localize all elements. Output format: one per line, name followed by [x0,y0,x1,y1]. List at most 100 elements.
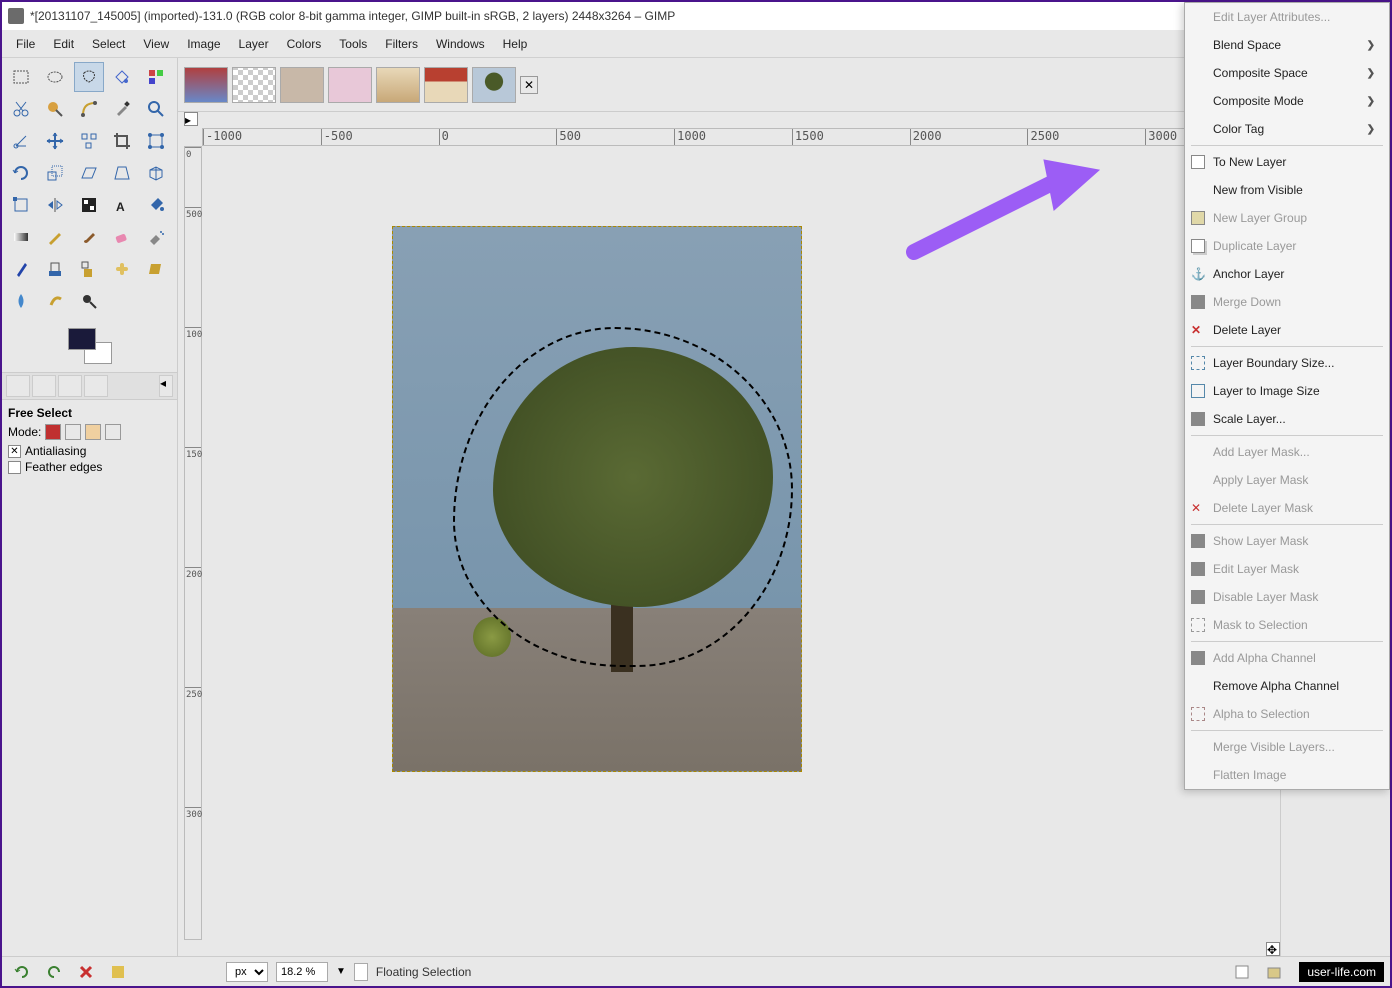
tool-perspective[interactable] [107,158,137,188]
ctx-merge-down[interactable]: Merge Down [1185,288,1389,316]
image-tab-6[interactable] [424,67,468,103]
sb-undo-icon[interactable] [10,960,34,984]
tool-mypaint[interactable] [40,254,70,284]
tool-eraser[interactable] [107,222,137,252]
ctx-mask-to-selection[interactable]: Mask to Selection [1185,611,1389,639]
ctx-edit-attrs[interactable]: Edit Layer Attributes... [1185,3,1389,31]
ctx-flatten[interactable]: Flatten Image [1185,761,1389,789]
image-canvas[interactable] [392,226,802,772]
image-tab-2[interactable] [232,67,276,103]
tool-unified-transform[interactable] [141,126,171,156]
tool-color-picker[interactable] [107,94,137,124]
tool-scissors[interactable] [6,94,36,124]
tool-dodge[interactable] [74,286,104,316]
tool-pencil[interactable] [40,222,70,252]
ctx-add-alpha[interactable]: Add Alpha Channel [1185,644,1389,672]
tool-handle-transform[interactable] [6,190,36,220]
ctx-remove-alpha[interactable]: Remove Alpha Channel [1185,672,1389,700]
antialiasing-checkbox[interactable]: ✕ [8,445,21,458]
tool-rect-select[interactable] [6,62,36,92]
tab-images[interactable] [58,375,82,397]
tool-blur[interactable] [6,286,36,316]
sb-group-icon[interactable] [1262,960,1286,984]
tab-device[interactable] [32,375,56,397]
tool-move[interactable] [40,126,70,156]
menu-tools[interactable]: Tools [331,33,375,55]
ctx-composite-mode[interactable]: Composite Mode❯ [1185,87,1389,115]
ctx-new-layer-group[interactable]: New Layer Group [1185,204,1389,232]
color-swatches[interactable] [2,320,177,372]
tool-crop[interactable] [107,126,137,156]
sb-redo-icon[interactable] [42,960,66,984]
ctx-edit-mask[interactable]: Edit Layer Mask [1185,555,1389,583]
tab-menu-arrow[interactable]: ◂ [159,375,173,397]
tab-brush[interactable] [84,375,108,397]
menu-layer[interactable]: Layer [231,33,277,55]
menu-select[interactable]: Select [84,33,133,55]
tool-zoom[interactable] [141,94,171,124]
image-tab-1[interactable] [184,67,228,103]
tool-ink[interactable] [6,254,36,284]
tool-clone[interactable] [74,254,104,284]
ctx-blend-space[interactable]: Blend Space❯ [1185,31,1389,59]
ctx-merge-visible[interactable]: Merge Visible Layers... [1185,733,1389,761]
tool-foreground-select[interactable] [40,94,70,124]
ctx-layer-to-image[interactable]: Layer to Image Size [1185,377,1389,405]
tool-measure[interactable] [6,126,36,156]
tool-align[interactable] [74,126,104,156]
ctx-alpha-to-selection[interactable]: Alpha to Selection [1185,700,1389,728]
tool-rotate[interactable] [6,158,36,188]
ctx-boundary-size[interactable]: Layer Boundary Size... [1185,349,1389,377]
tool-paintbrush[interactable] [74,222,104,252]
tool-airbrush[interactable] [141,222,171,252]
tool-paths[interactable] [74,94,104,124]
tool-perspective-clone[interactable] [141,254,171,284]
close-tab-icon[interactable]: ✕ [520,76,538,94]
ctx-composite-space[interactable]: Composite Space❯ [1185,59,1389,87]
image-tab-3[interactable] [280,67,324,103]
nav-bottom-icon[interactable]: ✥ [1266,942,1280,956]
tool-shear[interactable] [74,158,104,188]
ctx-add-mask[interactable]: Add Layer Mask... [1185,438,1389,466]
mode-subtract[interactable] [85,424,101,440]
menu-colors[interactable]: Colors [279,33,330,55]
tool-ellipse-select[interactable] [40,62,70,92]
tool-3d-transform[interactable] [141,158,171,188]
menu-image[interactable]: Image [179,33,228,55]
sb-new-layer-icon[interactable] [1230,960,1254,984]
menu-file[interactable]: File [8,33,43,55]
menu-windows[interactable]: Windows [428,33,493,55]
tool-smudge[interactable] [40,286,70,316]
mode-intersect[interactable] [105,424,121,440]
menu-filters[interactable]: Filters [377,33,426,55]
ctx-anchor-layer[interactable]: ⚓Anchor Layer [1185,260,1389,288]
tool-text[interactable]: A [107,190,137,220]
fg-color[interactable] [68,328,96,350]
tool-heal[interactable] [107,254,137,284]
canvas-viewport[interactable] [202,146,1264,940]
menu-edit[interactable]: Edit [45,33,82,55]
menu-view[interactable]: View [135,33,177,55]
unit-select[interactable]: px [226,962,268,982]
image-tab-7[interactable] [472,67,516,103]
image-tab-4[interactable] [328,67,372,103]
ctx-new-from-visible[interactable]: New from Visible [1185,176,1389,204]
sb-revert-icon[interactable] [106,960,130,984]
nav-corner-icon[interactable]: ▸ [184,112,198,126]
ctx-color-tag[interactable]: Color Tag❯ [1185,115,1389,143]
image-tab-5[interactable] [376,67,420,103]
menu-help[interactable]: Help [495,33,536,55]
sb-delete-icon[interactable] [74,960,98,984]
ctx-delete-layer[interactable]: ✕Delete Layer [1185,316,1389,344]
tool-free-select[interactable] [74,62,104,92]
ctx-scale-layer[interactable]: Scale Layer... [1185,405,1389,433]
ctx-disable-mask[interactable]: Disable Layer Mask [1185,583,1389,611]
ctx-delete-mask[interactable]: ✕Delete Layer Mask [1185,494,1389,522]
ctx-to-new-layer[interactable]: To New Layer [1185,148,1389,176]
ctx-show-mask[interactable]: Show Layer Mask [1185,527,1389,555]
ctx-apply-mask[interactable]: Apply Layer Mask [1185,466,1389,494]
mode-replace[interactable] [45,424,61,440]
tool-gradient[interactable] [6,222,36,252]
mode-add[interactable] [65,424,81,440]
ctx-duplicate-layer[interactable]: Duplicate Layer [1185,232,1389,260]
